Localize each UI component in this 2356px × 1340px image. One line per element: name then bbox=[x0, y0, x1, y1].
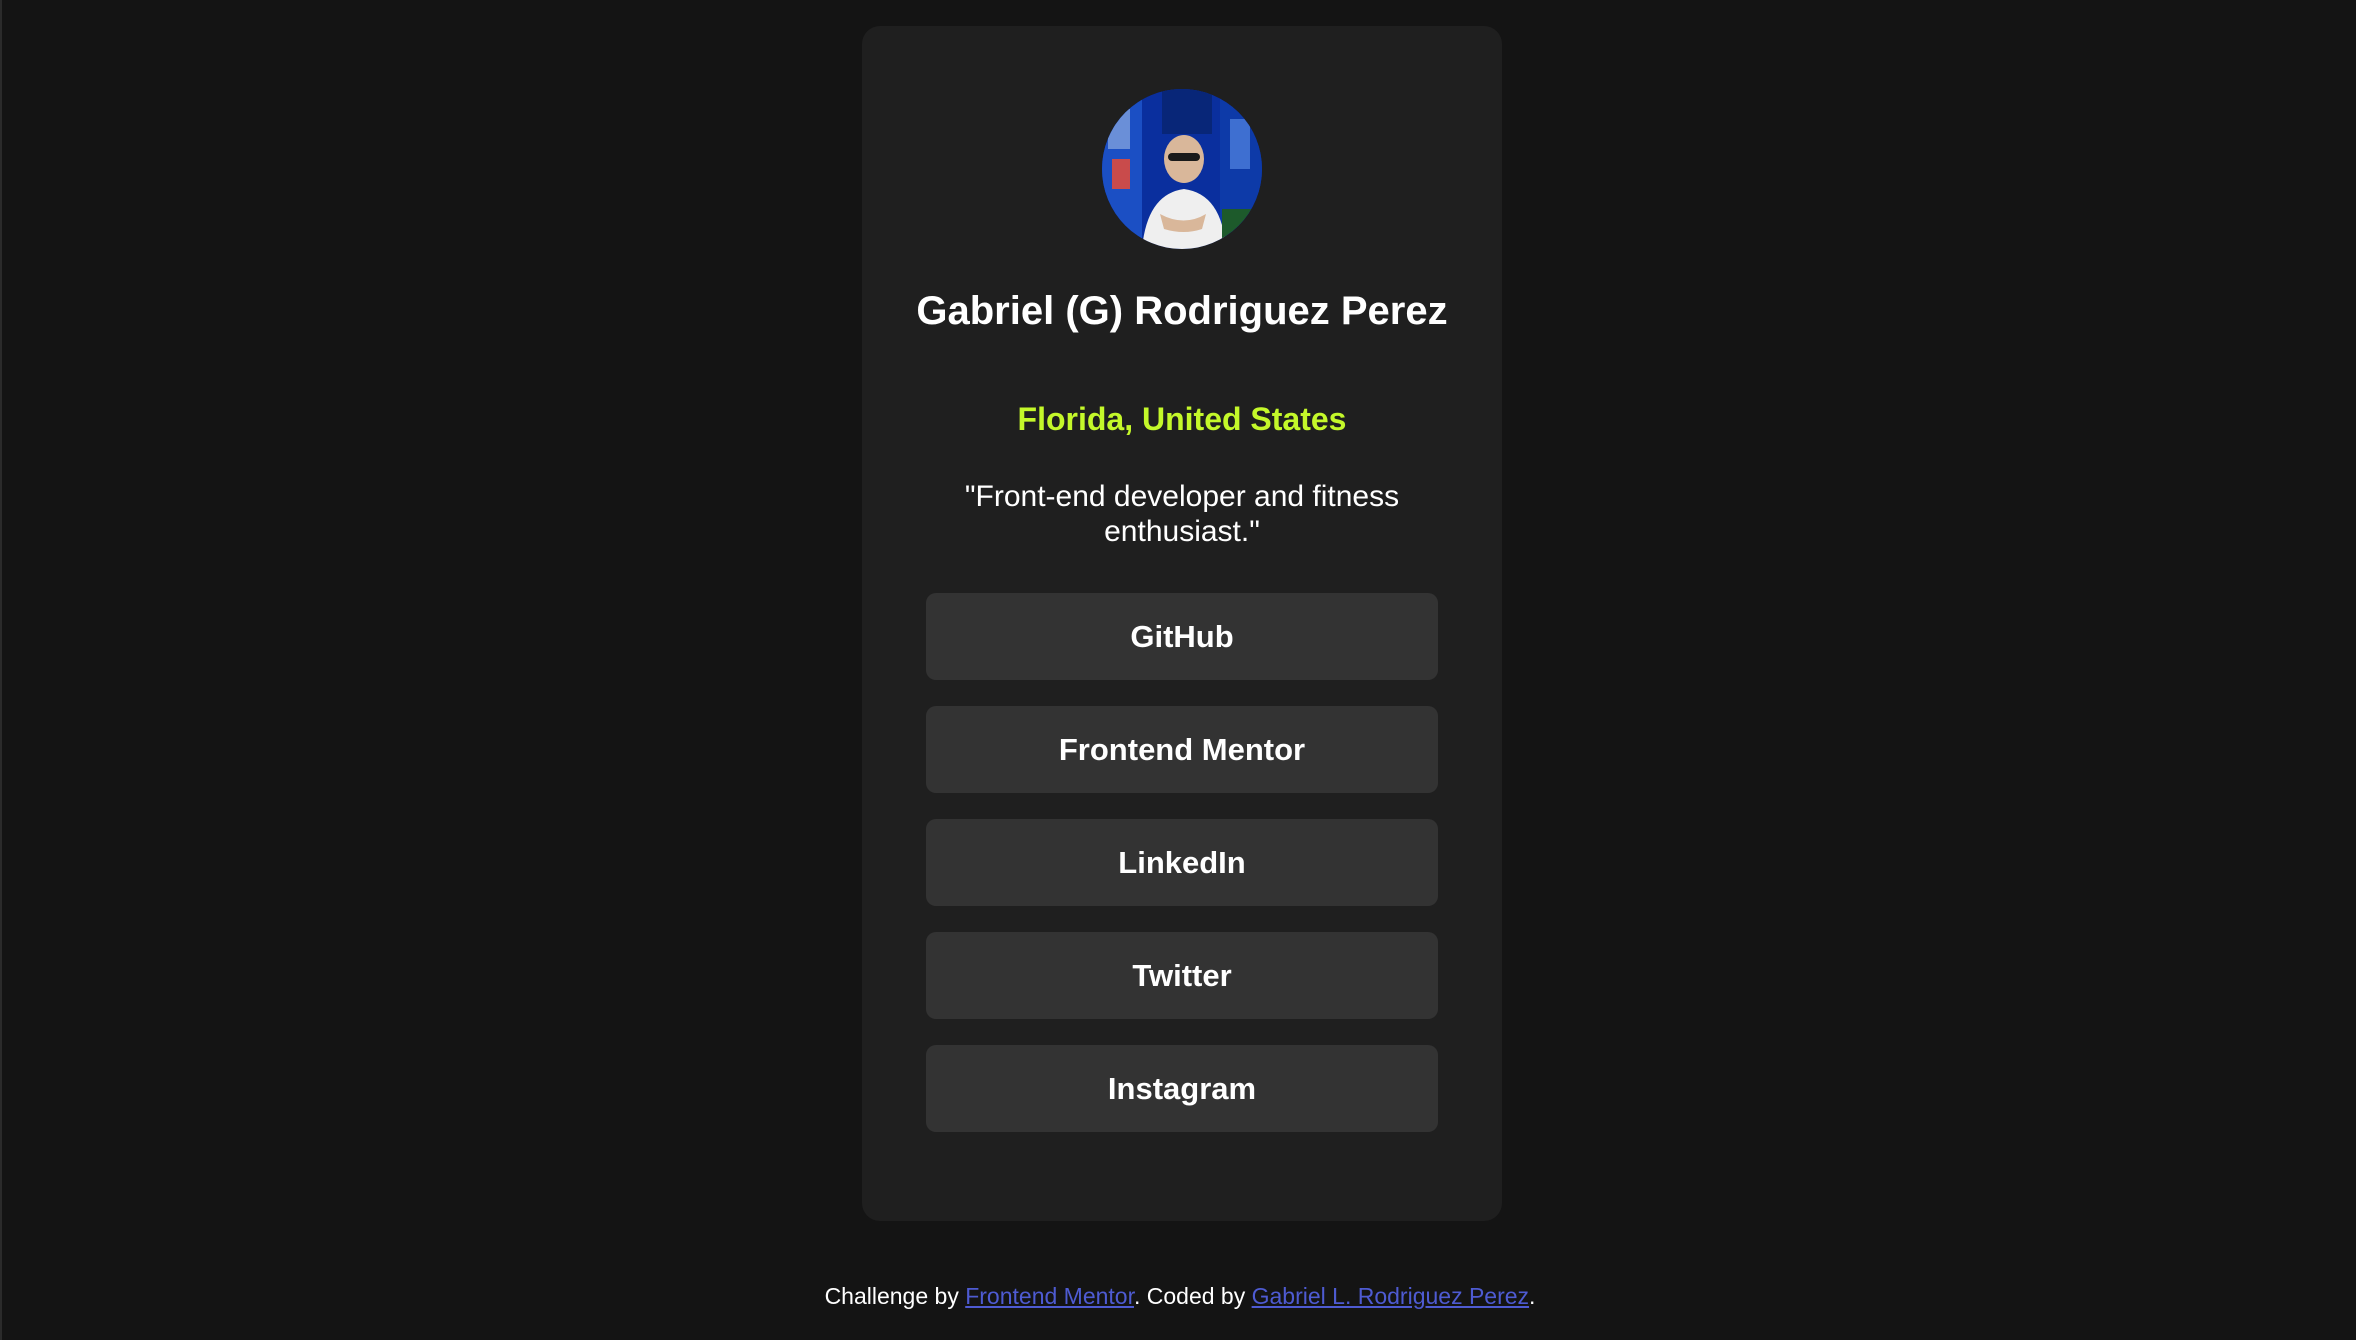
social-links: GitHub Frontend Mentor LinkedIn Twitter … bbox=[926, 593, 1438, 1158]
twitter-link-button[interactable]: Twitter bbox=[926, 932, 1438, 1019]
profile-bio: "Front-end developer and fitness enthusi… bbox=[964, 480, 1400, 548]
footer-suffix: . bbox=[1529, 1283, 1536, 1309]
github-link-button[interactable]: GitHub bbox=[926, 593, 1438, 680]
profile-name: Gabriel (G) Rodriguez Perez bbox=[916, 289, 1448, 333]
footer-middle: . Coded by bbox=[1133, 1283, 1252, 1309]
footer-prefix: Challenge by bbox=[824, 1283, 966, 1309]
profile-card: Gabriel (G) Rodriguez Perez Florida, Uni… bbox=[862, 26, 1502, 1221]
profile-location: Florida, United States bbox=[1017, 401, 1347, 437]
avatar-photo bbox=[1102, 89, 1262, 249]
frontend-mentor-footer-link[interactable]: Frontend Mentor bbox=[965, 1283, 1134, 1309]
attribution-footer: Challenge by Frontend Mentor. Coded by G… bbox=[2, 1281, 2356, 1311]
frontend-mentor-link-button[interactable]: Frontend Mentor bbox=[926, 706, 1438, 793]
avatar bbox=[1102, 89, 1262, 249]
instagram-link-button[interactable]: Instagram bbox=[926, 1045, 1438, 1132]
linkedin-link-button[interactable]: LinkedIn bbox=[926, 819, 1438, 906]
author-footer-link[interactable]: Gabriel L. Rodriguez Perez bbox=[1252, 1283, 1529, 1309]
